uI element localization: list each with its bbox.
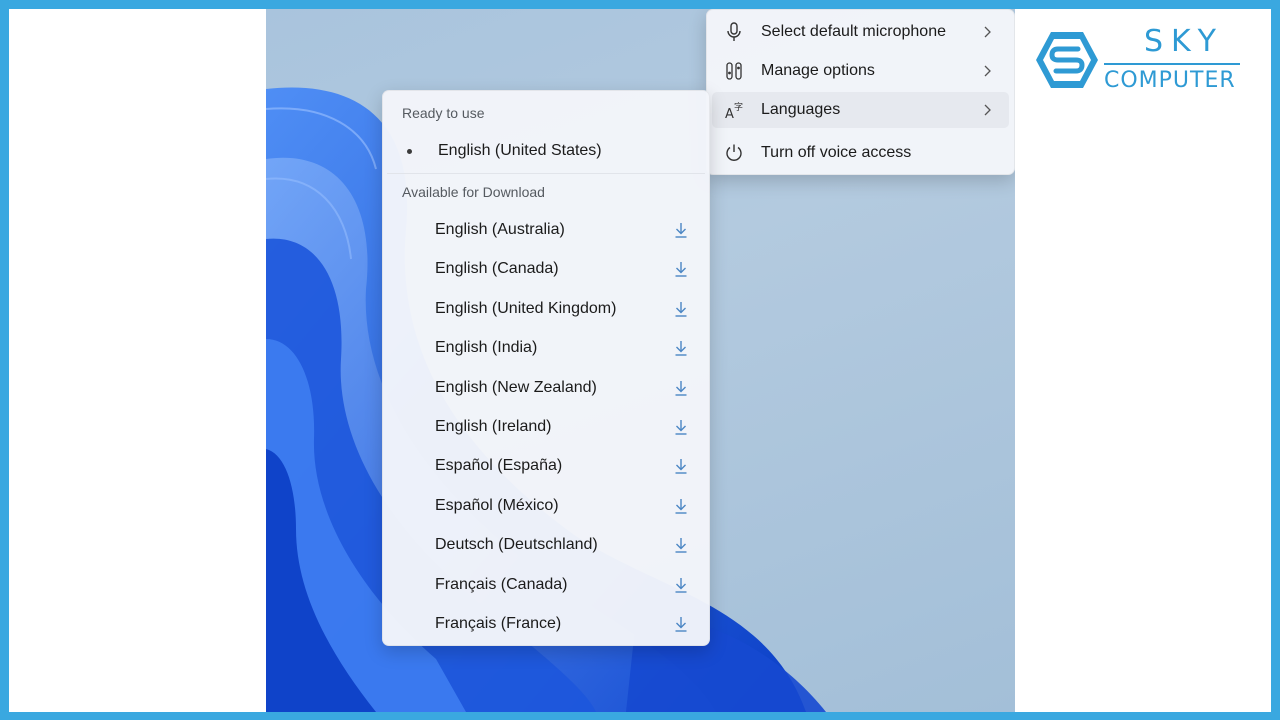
menu-item-languages[interactable]: A字 Languages (712, 92, 1009, 128)
svg-text:A: A (725, 107, 734, 120)
power-icon (723, 142, 745, 164)
language-download-item[interactable]: English (New Zealand) (388, 370, 704, 406)
svg-text:字: 字 (734, 101, 743, 113)
menu-item-select-microphone[interactable]: Select default microphone (712, 14, 1009, 50)
download-icon[interactable] (673, 577, 689, 593)
menu-item-label: Manage options (761, 62, 875, 79)
language-download-item[interactable]: English (United Kingdom) (388, 291, 704, 327)
sky-logo-mark (1036, 32, 1098, 88)
menu-item-label: Languages (761, 101, 841, 118)
language-label: English (Canada) (435, 260, 559, 278)
desktop-screen: Select default microphone Manage options… (266, 9, 1015, 712)
chevron-right-icon (979, 104, 995, 116)
ready-to-use-header: Ready to use (402, 105, 485, 121)
download-icon[interactable] (673, 340, 689, 356)
language-download-item[interactable]: English (Canada) (388, 251, 704, 287)
language-download-item[interactable]: Français (France) (388, 606, 704, 642)
language-label: English (India) (435, 339, 538, 357)
download-icon[interactable] (673, 222, 689, 238)
brand-name-top: SKY (1144, 24, 1224, 59)
download-icon[interactable] (673, 458, 689, 475)
language-download-item[interactable]: Español (México) (388, 488, 704, 524)
current-language-item[interactable]: English (United States) (388, 133, 704, 169)
language-label: English (United Kingdom) (435, 299, 617, 317)
language-label: Español (España) (435, 457, 563, 475)
menu-item-manage-options[interactable]: Manage options (712, 53, 1009, 89)
sky-computer-logo: SKY COMPUTER (1034, 24, 1254, 104)
download-icon[interactable] (673, 419, 689, 435)
chevron-right-icon (979, 65, 995, 77)
languages-submenu: Ready to use English (United States) Ava… (382, 90, 710, 646)
download-icon[interactable] (673, 616, 689, 632)
available-for-download-header: Available for Download (402, 184, 545, 200)
download-icon[interactable] (673, 537, 689, 553)
language-download-item[interactable]: Deutsch (Deutschland) (388, 527, 704, 563)
chevron-right-icon (979, 26, 995, 38)
language-icon: A字 (723, 99, 745, 121)
menu-item-label: Turn off voice access (761, 144, 912, 161)
language-download-item[interactable]: English (Ireland) (388, 409, 704, 445)
language-download-item[interactable]: Español (España) (388, 448, 704, 484)
options-icon (723, 60, 745, 82)
menu-item-label: Select default microphone (761, 23, 946, 40)
language-download-item[interactable]: English (Australia) (388, 212, 704, 248)
download-icon[interactable] (673, 498, 689, 514)
voice-access-menu: Select default microphone Manage options… (706, 9, 1015, 175)
download-icon[interactable] (673, 301, 689, 317)
language-label: English (Ireland) (435, 418, 552, 435)
language-label: Français (France) (435, 615, 562, 632)
language-label: Français (Canada) (435, 575, 568, 593)
language-label: Español (México) (435, 496, 559, 514)
current-language-label: English (United States) (438, 142, 602, 159)
language-download-item[interactable]: English (India) (388, 330, 704, 366)
microphone-icon (723, 21, 745, 43)
language-download-item[interactable]: Français (Canada) (388, 567, 704, 603)
selected-bullet-icon (407, 148, 412, 154)
download-icon[interactable] (673, 261, 689, 278)
brand-name-bottom: COMPUTER (1104, 68, 1236, 93)
menu-item-turn-off-voice-access[interactable]: Turn off voice access (712, 135, 1009, 171)
brand-divider (1104, 63, 1240, 65)
language-label: Deutsch (Deutschland) (435, 536, 598, 554)
language-label: English (New Zealand) (435, 378, 597, 396)
section-divider (387, 173, 705, 174)
download-icon[interactable] (673, 380, 689, 396)
language-label: English (Australia) (435, 221, 565, 238)
